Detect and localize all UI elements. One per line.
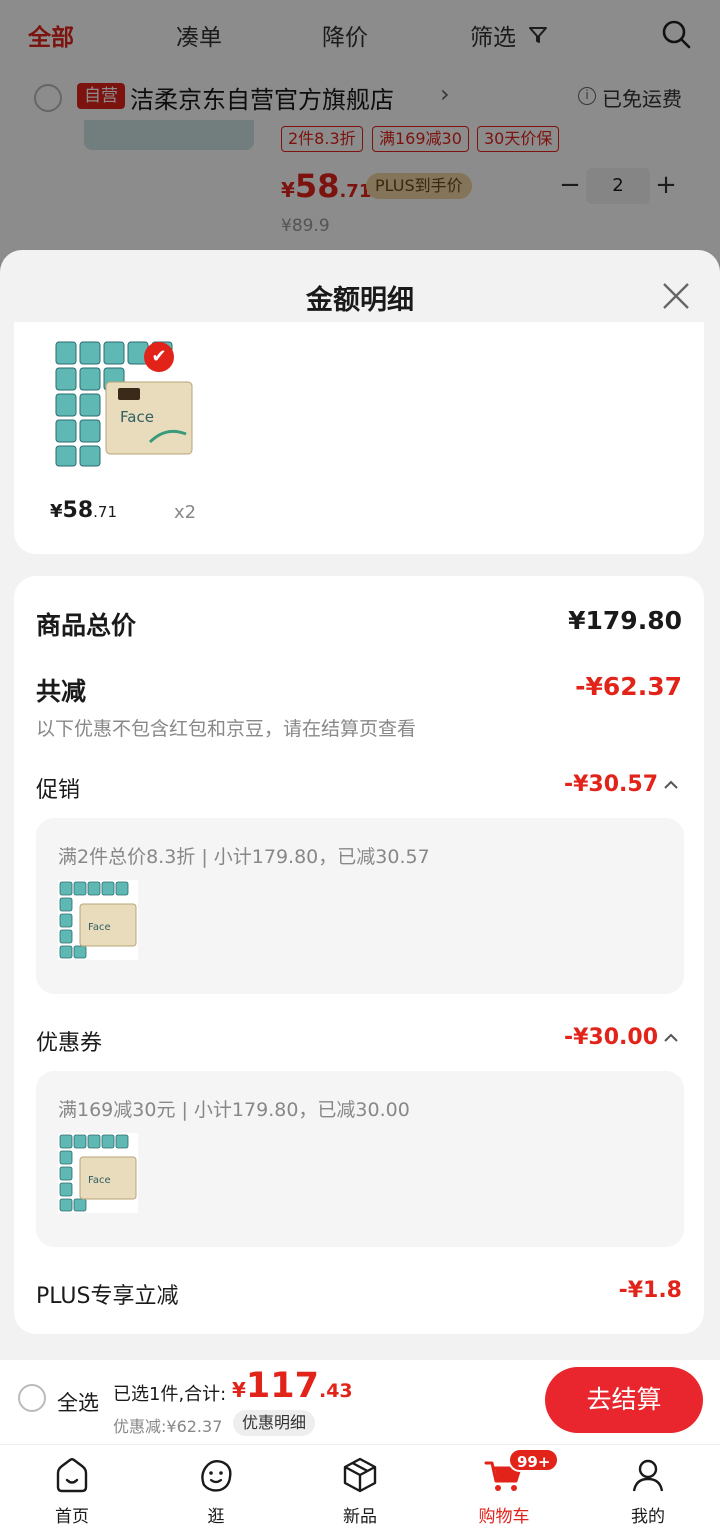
price-decimal: .43 — [318, 1380, 353, 1402]
user-icon — [632, 1459, 664, 1492]
sheet-title: 金额明细 — [306, 285, 414, 316]
reduction-note: 以下优惠不包含红包和京豆，请在结算页查看 — [36, 718, 417, 740]
selected-count-text: 已选1件,合计: — [113, 1384, 227, 1405]
amount-detail-sheet: 金额明细 Face ✔ ¥58.71 x2 商品总价 ¥179.80 共减 -¥… — [0, 250, 720, 1360]
cart-count-badge: 99+ — [508, 1448, 560, 1472]
price-decimal: .71 — [93, 503, 118, 521]
coupon-value[interactable]: -¥30.00 — [564, 1025, 658, 1050]
chevron-up-icon[interactable] — [664, 1033, 678, 1043]
tissue-product-thumbnail: Face — [58, 880, 138, 960]
promotion-value[interactable]: -¥30.57 — [564, 772, 658, 797]
nav-label: 新品 — [343, 1507, 377, 1527]
select-all-radio[interactable] — [18, 1384, 46, 1412]
quantity-label: x2 — [174, 502, 197, 523]
plus-discount-value: -¥1.8 — [618, 1278, 682, 1303]
chevron-up-icon[interactable] — [664, 780, 678, 790]
price-currency: ¥ — [50, 501, 63, 522]
coupon-label: 优惠券 — [36, 1031, 103, 1056]
reduction-label: 共减 — [36, 677, 87, 706]
unit-price: ¥58.71 — [50, 498, 117, 523]
promotion-label: 促销 — [36, 778, 81, 803]
discount-summary: 优惠减:¥62.37 — [113, 1417, 223, 1436]
bottom-nav: 首页 逛 新品 购物车 我的 — [0, 1444, 720, 1531]
promotion-detail-box: 满2件总价8.3折 | 小计179.80，已减30.57 Face — [36, 818, 684, 994]
plus-discount-label: PLUS专享立减 — [36, 1284, 179, 1309]
nav-label: 首页 — [55, 1507, 89, 1527]
coupon-detail-box: 满169减30元 | 小计179.80，已减30.00 Face — [36, 1071, 684, 1247]
checkout-button[interactable]: 去结算 — [545, 1367, 703, 1433]
price-currency: ¥ — [232, 1378, 246, 1402]
svg-text:Face: Face — [88, 1175, 111, 1186]
total-label: 商品总价 — [36, 611, 137, 640]
home-icon — [56, 1458, 88, 1493]
cube-icon — [343, 1457, 377, 1493]
total-price: ¥117.43 — [232, 1366, 353, 1406]
product-card: Face ✔ ¥58.71 x2 — [14, 322, 704, 554]
nav-item-home[interactable]: 首页 — [12, 1445, 132, 1531]
nav-label: 我的 — [631, 1507, 665, 1527]
discount-detail-button[interactable]: 优惠明细 — [233, 1410, 316, 1436]
nav-label: 逛 — [207, 1507, 225, 1527]
price-integer: 117 — [245, 1366, 319, 1406]
nav-item-browse[interactable]: 逛 — [156, 1445, 276, 1531]
promotion-detail-text: 满2件总价8.3折 | 小计179.80，已减30.57 — [58, 846, 430, 868]
close-icon[interactable] — [660, 280, 692, 312]
coupon-detail-text: 满169减30元 | 小计179.80，已减30.00 — [58, 1099, 410, 1121]
tissue-product-thumbnail: Face — [58, 1133, 138, 1213]
nav-label: 购物车 — [478, 1507, 530, 1527]
nav-item-me[interactable]: 我的 — [588, 1445, 708, 1531]
total-value: ¥179.80 — [568, 606, 682, 635]
svg-text:Face: Face — [120, 408, 154, 426]
selected-check-icon: ✔ — [144, 342, 174, 372]
price-integer: 58 — [62, 498, 94, 523]
reduction-value: -¥62.37 — [575, 672, 682, 701]
nav-item-new[interactable]: 新品 — [300, 1445, 420, 1531]
checkout-bar: 全选 已选1件,合计: ¥117.43 优惠减:¥62.37 优惠明细 去结算 — [0, 1360, 720, 1444]
price-breakdown-card: 商品总价 ¥179.80 共减 -¥62.37 以下优惠不包含红包和京豆，请在结… — [14, 576, 704, 1334]
face-icon — [201, 1459, 232, 1492]
select-all-label[interactable]: 全选 — [57, 1387, 99, 1417]
svg-text:Face: Face — [88, 922, 111, 933]
